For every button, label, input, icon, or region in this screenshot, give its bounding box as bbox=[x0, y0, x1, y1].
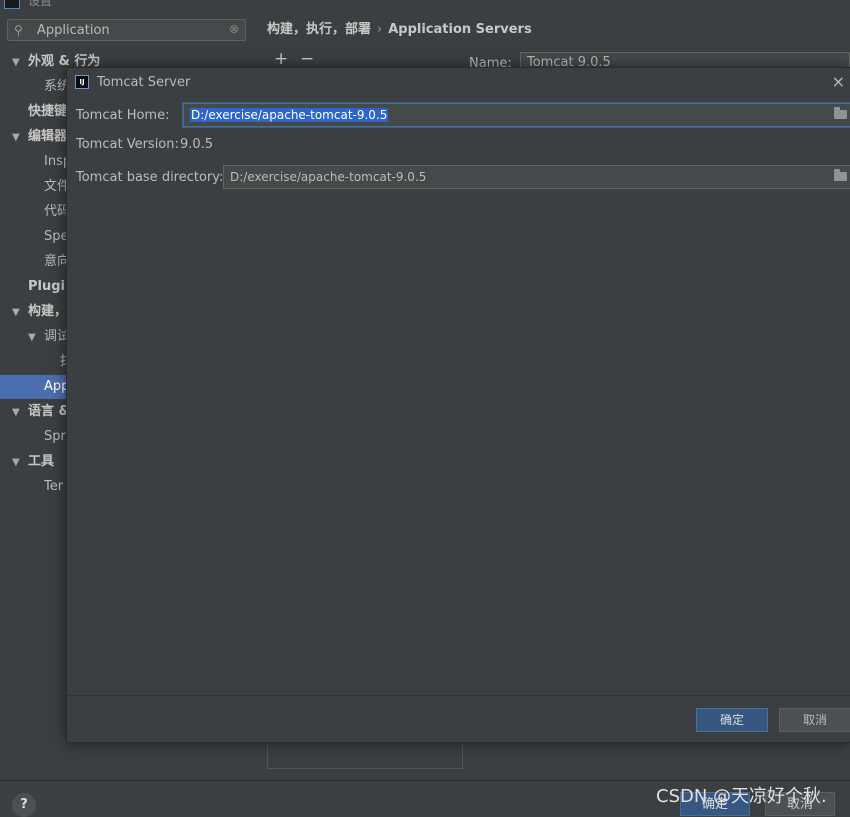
sidebar-item-label: Spe bbox=[44, 229, 69, 244]
intellij-icon: IJ bbox=[75, 75, 89, 89]
help-button[interactable]: ? bbox=[12, 793, 36, 817]
add-server-button[interactable]: + bbox=[274, 49, 288, 69]
tomcat-base-dir-input[interactable]: D:/exercise/apache-tomcat-9.0.5 bbox=[230, 170, 426, 184]
expand-arrow-icon[interactable]: ▼ bbox=[12, 301, 28, 324]
close-icon[interactable]: × bbox=[832, 72, 845, 91]
window-title: 设置 bbox=[28, 0, 53, 8]
expand-arrow-icon[interactable]: ▼ bbox=[12, 451, 28, 474]
breadcrumb-parent[interactable]: 构建，执行，部署 bbox=[267, 22, 371, 37]
expand-arrow-icon[interactable]: ▼ bbox=[12, 51, 28, 74]
tomcat-home-field[interactable]: D:/exercise/apache-tomcat-9.0.5 bbox=[183, 103, 850, 127]
tomcat-home-label: Tomcat Home: bbox=[76, 108, 170, 123]
sidebar-item-label: 快捷键 bbox=[28, 104, 68, 119]
servers-list-panel bbox=[267, 740, 463, 769]
breadcrumb: 构建，执行，部署 › Application Servers bbox=[267, 18, 532, 37]
dialog-footer-divider bbox=[67, 695, 850, 696]
sidebar-item-label: 语言 & bbox=[28, 404, 70, 419]
expand-arrow-icon[interactable]: ▼ bbox=[12, 126, 28, 149]
dialog-title-bar[interactable]: IJ Tomcat Server × bbox=[67, 68, 850, 96]
sidebar-item-label: 构建， bbox=[28, 304, 68, 319]
browse-folder-icon[interactable] bbox=[834, 169, 847, 181]
tomcat-version-label: Tomcat Version: bbox=[76, 137, 179, 152]
tomcat-server-dialog: IJ Tomcat Server × Tomcat Home: D:/exerc… bbox=[66, 67, 850, 743]
dialog-title: Tomcat Server bbox=[97, 75, 191, 90]
tomcat-base-dir-label: Tomcat base directory: bbox=[76, 170, 224, 185]
expand-arrow-icon[interactable]: ▼ bbox=[28, 326, 44, 349]
sidebar-item-label: Ter bbox=[44, 479, 64, 494]
remove-server-button[interactable]: − bbox=[300, 49, 314, 69]
tomcat-version-value: 9.0.5 bbox=[180, 137, 214, 152]
app-logo-icon bbox=[4, 0, 20, 9]
breadcrumb-current: Application Servers bbox=[388, 22, 532, 37]
watermark: CSDN @天凉好个秋. bbox=[656, 786, 827, 807]
settings-search-input[interactable]: Application bbox=[37, 23, 110, 38]
browse-folder-icon[interactable] bbox=[834, 107, 847, 119]
sidebar-item-label: Spr bbox=[44, 429, 66, 444]
tomcat-home-input[interactable]: D:/exercise/apache-tomcat-9.0.5 bbox=[190, 108, 389, 122]
sidebar-item-label: 编辑器 bbox=[28, 129, 68, 144]
breadcrumb-separator-icon: › bbox=[377, 22, 383, 37]
dialog-ok-button[interactable]: 确定 bbox=[696, 708, 768, 732]
clear-search-icon[interactable]: ⊗ bbox=[229, 22, 239, 36]
sidebar-item-label: 工具 bbox=[28, 454, 55, 469]
dialog-cancel-button[interactable]: 取消 bbox=[779, 708, 850, 732]
settings-search-field[interactable]: ⚲ Application ⊗ bbox=[7, 19, 246, 41]
window-title-bar: 设置 bbox=[0, 0, 256, 12]
expand-arrow-icon[interactable]: ▼ bbox=[12, 401, 28, 424]
search-icon: ⚲ bbox=[14, 23, 23, 37]
tomcat-base-dir-field[interactable]: D:/exercise/apache-tomcat-9.0.5 bbox=[223, 165, 850, 189]
